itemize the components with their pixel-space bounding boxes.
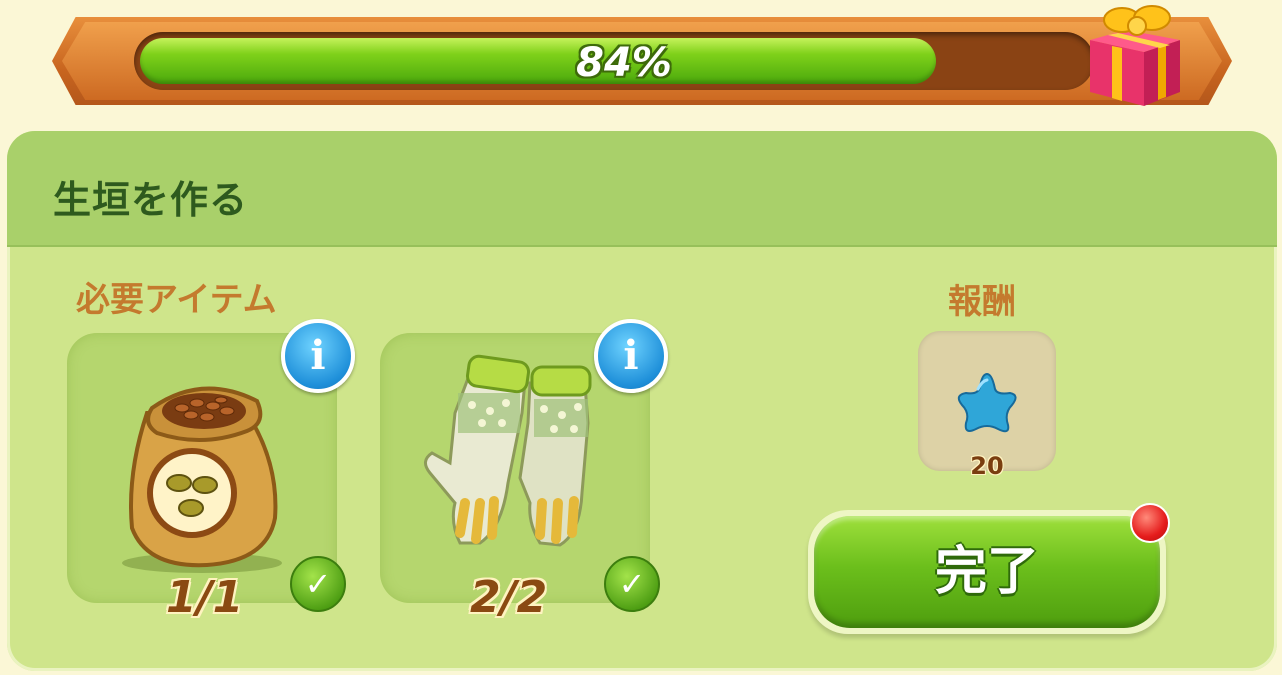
reward-slot [918, 331, 1056, 471]
reward-amount: 20 [970, 452, 1004, 480]
complete-button-label: 完了 [934, 542, 1039, 602]
seed-bag-icon [122, 386, 282, 573]
checkmark-icon: ✓ [604, 556, 660, 612]
required-item-slot[interactable]: i [380, 319, 668, 603]
required-items-heading: 必要アイテム [76, 280, 277, 320]
gift-box-icon[interactable] [1082, 0, 1186, 110]
task-header: 生垣を作る [7, 131, 1277, 247]
info-icon[interactable]: i [594, 319, 668, 393]
task-title: 生垣を作る [53, 178, 249, 222]
notification-dot-icon [1130, 503, 1170, 543]
complete-button-face: 完了 [814, 516, 1160, 628]
blue-star-icon [957, 372, 1017, 433]
required-item-count: 2/2 [470, 572, 548, 623]
progress-percent-label: 84% [576, 40, 672, 86]
info-icon[interactable]: i [281, 319, 355, 393]
gardening-gloves-icon [424, 354, 592, 547]
required-item-slot[interactable]: i [67, 319, 355, 603]
reward-heading: 報酬 [948, 282, 1016, 322]
checkmark-icon: ✓ [290, 556, 346, 612]
required-item-count: 1/1 [166, 572, 244, 623]
complete-button[interactable]: 完了 [808, 510, 1166, 634]
